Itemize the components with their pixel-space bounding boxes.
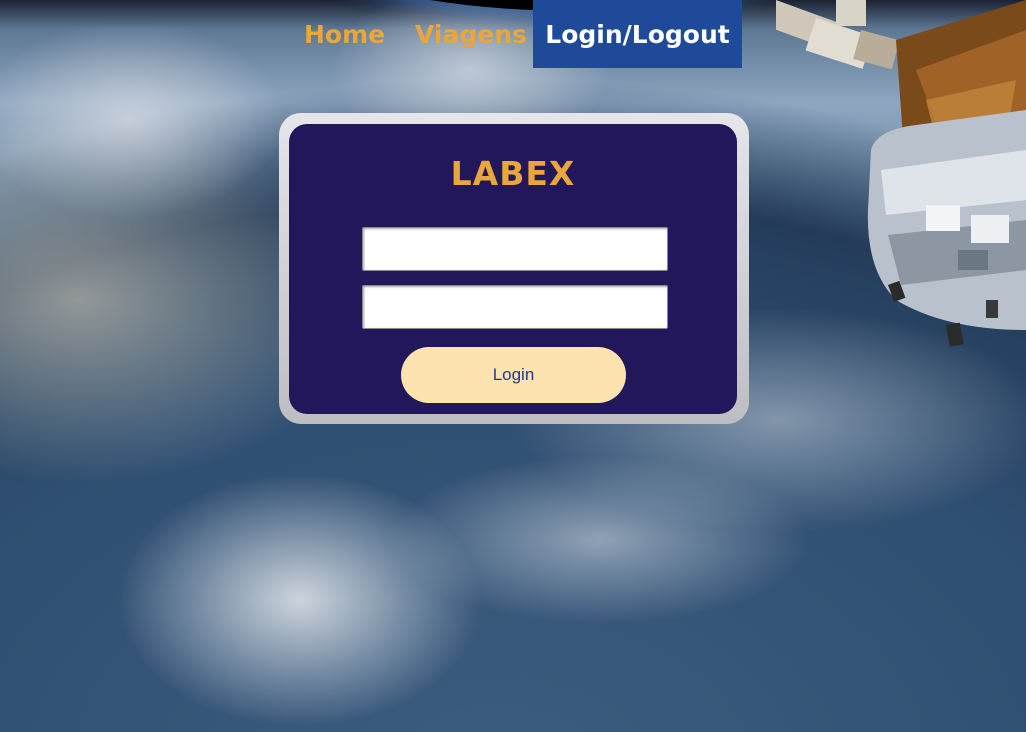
login-form: LABEX Login bbox=[289, 124, 737, 414]
password-input[interactable] bbox=[362, 285, 668, 329]
username-input[interactable] bbox=[362, 227, 668, 271]
nav-link-viagens[interactable]: Viagens bbox=[415, 0, 527, 68]
nav-link-login-logout[interactable]: Login/Logout bbox=[533, 0, 742, 68]
nav-link-home[interactable]: Home bbox=[304, 0, 385, 68]
brand-title: LABEX bbox=[450, 154, 576, 193]
login-button[interactable]: Login bbox=[401, 347, 626, 403]
top-nav: Home Viagens Login/Logout bbox=[0, 0, 1026, 68]
page-background: Home Viagens Login/Logout LABEX Login bbox=[0, 0, 1026, 732]
login-card-frame: LABEX Login bbox=[279, 113, 749, 424]
